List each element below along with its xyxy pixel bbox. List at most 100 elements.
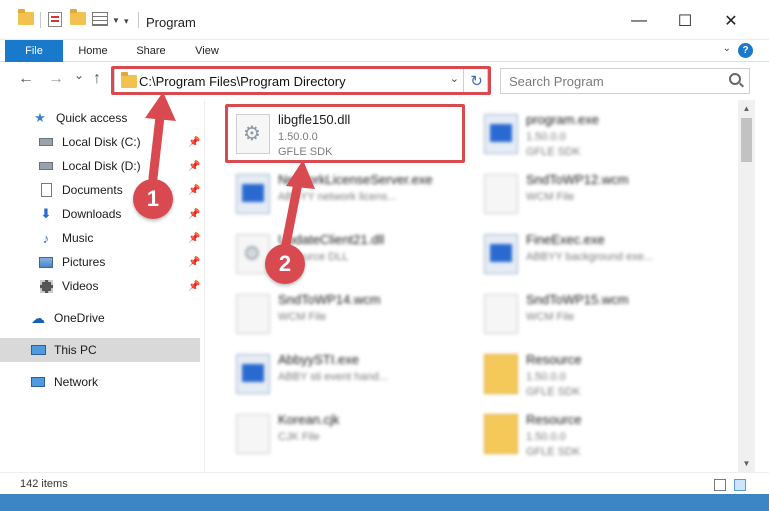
- computer-icon: [30, 342, 46, 358]
- quick-access-toolbar: [18, 9, 34, 25]
- maximize-button[interactable]: ☐: [670, 8, 700, 34]
- toolbar-divider: [138, 12, 139, 28]
- file-details: CJK File: [278, 431, 320, 443]
- tab-home[interactable]: Home: [68, 40, 118, 62]
- scroll-up-icon[interactable]: ▲: [738, 100, 755, 117]
- navigation-pane: ★ Quick access Local Disk (C:) 📌 Local D…: [0, 100, 205, 472]
- sidebar-item-network[interactable]: Network: [0, 370, 200, 394]
- sidebar-item-label: Music: [62, 231, 94, 245]
- file-item[interactable]: UpdateClient21.dll Resource DLL: [228, 226, 468, 282]
- file-item[interactable]: program.exe 1.50.0.0 GFLE SDK: [476, 106, 716, 162]
- view-list-icon[interactable]: [92, 12, 108, 26]
- pictures-icon: [38, 254, 54, 270]
- file-name: UpdateClient21.dll: [278, 232, 385, 247]
- file-item[interactable]: Resource 1.50.0.0 GFLE SDK: [476, 406, 716, 462]
- pin-icon[interactable]: 📌: [188, 137, 200, 148]
- scroll-down-icon[interactable]: ▼: [738, 455, 755, 472]
- pin-icon[interactable]: 📌: [188, 257, 200, 268]
- title-bar: ▼ ▾ Program — ☐ ✕: [0, 0, 769, 40]
- address-bar[interactable]: C:\Program Files\Program Directory ⌄: [114, 68, 464, 94]
- folder-zip-icon: [484, 414, 518, 454]
- navigation-bar: ← → ⌄ ↑ C:\Program Files\Program Directo…: [0, 62, 769, 100]
- document-file-icon: [484, 174, 518, 214]
- sidebar-item-videos[interactable]: Videos 📌: [0, 274, 200, 298]
- file-details: ABBY sti event hand...: [278, 371, 388, 383]
- sidebar-item-label: Downloads: [62, 207, 122, 221]
- details-view-icon[interactable]: [714, 479, 726, 491]
- file-item[interactable]: libgfle150.dll 1.50.0.0GFLE SDK: [228, 106, 468, 162]
- pin-icon[interactable]: 📌: [188, 185, 200, 196]
- file-item[interactable]: Resource 1.50.0.0 GFLE SDK: [476, 346, 716, 402]
- pin-icon[interactable]: 📌: [188, 161, 200, 172]
- taskbar-strip: [0, 494, 769, 511]
- file-name: program.exe: [526, 112, 599, 127]
- file-item[interactable]: AbbyySTI.exe ABBY sti event hand...: [228, 346, 468, 402]
- file-details: 1.50.0.0 GFLE SDK: [278, 131, 333, 158]
- folder-zip-icon: [484, 354, 518, 394]
- dll-file-icon: [236, 114, 270, 154]
- expand-ribbon-icon[interactable]: ⌄: [723, 43, 731, 54]
- recent-locations-button[interactable]: ⌄: [74, 68, 84, 82]
- pin-icon[interactable]: 📌: [188, 233, 200, 244]
- file-name: Korean.cjk: [278, 412, 340, 427]
- tab-file[interactable]: File: [5, 40, 63, 62]
- sidebar-item-this-pc[interactable]: This PC: [0, 338, 200, 362]
- sidebar-item-quick-access[interactable]: ★ Quick access: [0, 106, 200, 130]
- address-dropdown-icon[interactable]: ⌄: [450, 72, 459, 85]
- step-marker-1: 1: [133, 179, 173, 219]
- tab-view[interactable]: View: [182, 40, 232, 62]
- address-folder-icon: [121, 72, 137, 88]
- forward-button[interactable]: →: [48, 70, 64, 88]
- document-file-icon: [236, 414, 270, 454]
- file-name: SndToWP14.wcm: [278, 292, 381, 307]
- file-name: SndToWP12.wcm: [526, 172, 629, 187]
- music-icon: ♪: [42, 230, 50, 246]
- file-item[interactable]: SndToWP12.wcm WCM File: [476, 166, 716, 222]
- sidebar-item-music[interactable]: ♪ Music 📌: [0, 226, 201, 250]
- sidebar-item-pictures[interactable]: Pictures 📌: [0, 250, 200, 274]
- file-name: Resource: [526, 352, 582, 367]
- sidebar-item-label: OneDrive: [54, 311, 105, 325]
- file-name: Resource: [526, 412, 582, 427]
- file-item[interactable]: SndToWP15.wcm WCM File: [476, 286, 716, 342]
- star-icon: ★: [34, 110, 46, 125]
- file-item[interactable]: FineExec.exe ABBYY background exe...: [476, 226, 716, 282]
- minimize-button[interactable]: —: [624, 8, 654, 34]
- refresh-button[interactable]: ↻: [466, 68, 488, 94]
- file-name: NetworkLicenseServer.exe: [278, 172, 433, 187]
- sidebar-item-local-disk-d[interactable]: Local Disk (D:) 📌: [0, 154, 200, 178]
- tab-share[interactable]: Share: [126, 40, 176, 62]
- file-item[interactable]: Korean.cjk CJK File: [228, 406, 468, 462]
- sidebar-item-local-disk-c[interactable]: Local Disk (C:) 📌: [0, 130, 200, 154]
- window-title: Program: [146, 15, 196, 30]
- pin-icon[interactable]: 📌: [188, 209, 200, 220]
- sidebar-item-label: Documents: [62, 183, 123, 197]
- ribbon-tabs: File Home Share View ⌄ ?: [0, 40, 769, 62]
- file-name: FineExec.exe: [526, 232, 605, 247]
- up-button[interactable]: ↑: [93, 70, 101, 88]
- sidebar-item-label: This PC: [54, 343, 97, 357]
- folder-icon[interactable]: [18, 9, 34, 25]
- scroll-thumb[interactable]: [741, 118, 752, 162]
- sidebar-item-onedrive[interactable]: ☁ OneDrive: [0, 306, 200, 330]
- toolbar-dropdown-icon[interactable]: ▼: [112, 16, 120, 25]
- new-folder-icon[interactable]: [70, 9, 86, 25]
- sidebar-item-label: Quick access: [56, 111, 128, 125]
- toolbar-divider: [40, 12, 41, 28]
- pin-icon[interactable]: 📌: [188, 281, 200, 292]
- vertical-scrollbar[interactable]: ▲ ▼: [738, 100, 755, 472]
- properties-icon[interactable]: [48, 12, 62, 27]
- help-icon[interactable]: ?: [738, 43, 753, 58]
- file-details: WCM File: [278, 311, 327, 323]
- file-item[interactable]: NetworkLicenseServer.exe ABBYY network l…: [228, 166, 468, 222]
- search-placeholder[interactable]: Search Program: [509, 74, 604, 89]
- tiles-view-icon[interactable]: [734, 479, 746, 491]
- back-button[interactable]: ←: [18, 70, 34, 88]
- customize-toolbar-icon[interactable]: ▾: [124, 16, 129, 27]
- search-box[interactable]: Search Program: [500, 68, 750, 94]
- file-item[interactable]: SndToWP14.wcm WCM File: [228, 286, 468, 342]
- close-button[interactable]: ✕: [716, 8, 746, 34]
- sidebar-item-label: Local Disk (D:): [62, 159, 141, 173]
- search-icon[interactable]: [729, 73, 741, 85]
- address-path[interactable]: C:\Program Files\Program Directory: [139, 74, 346, 89]
